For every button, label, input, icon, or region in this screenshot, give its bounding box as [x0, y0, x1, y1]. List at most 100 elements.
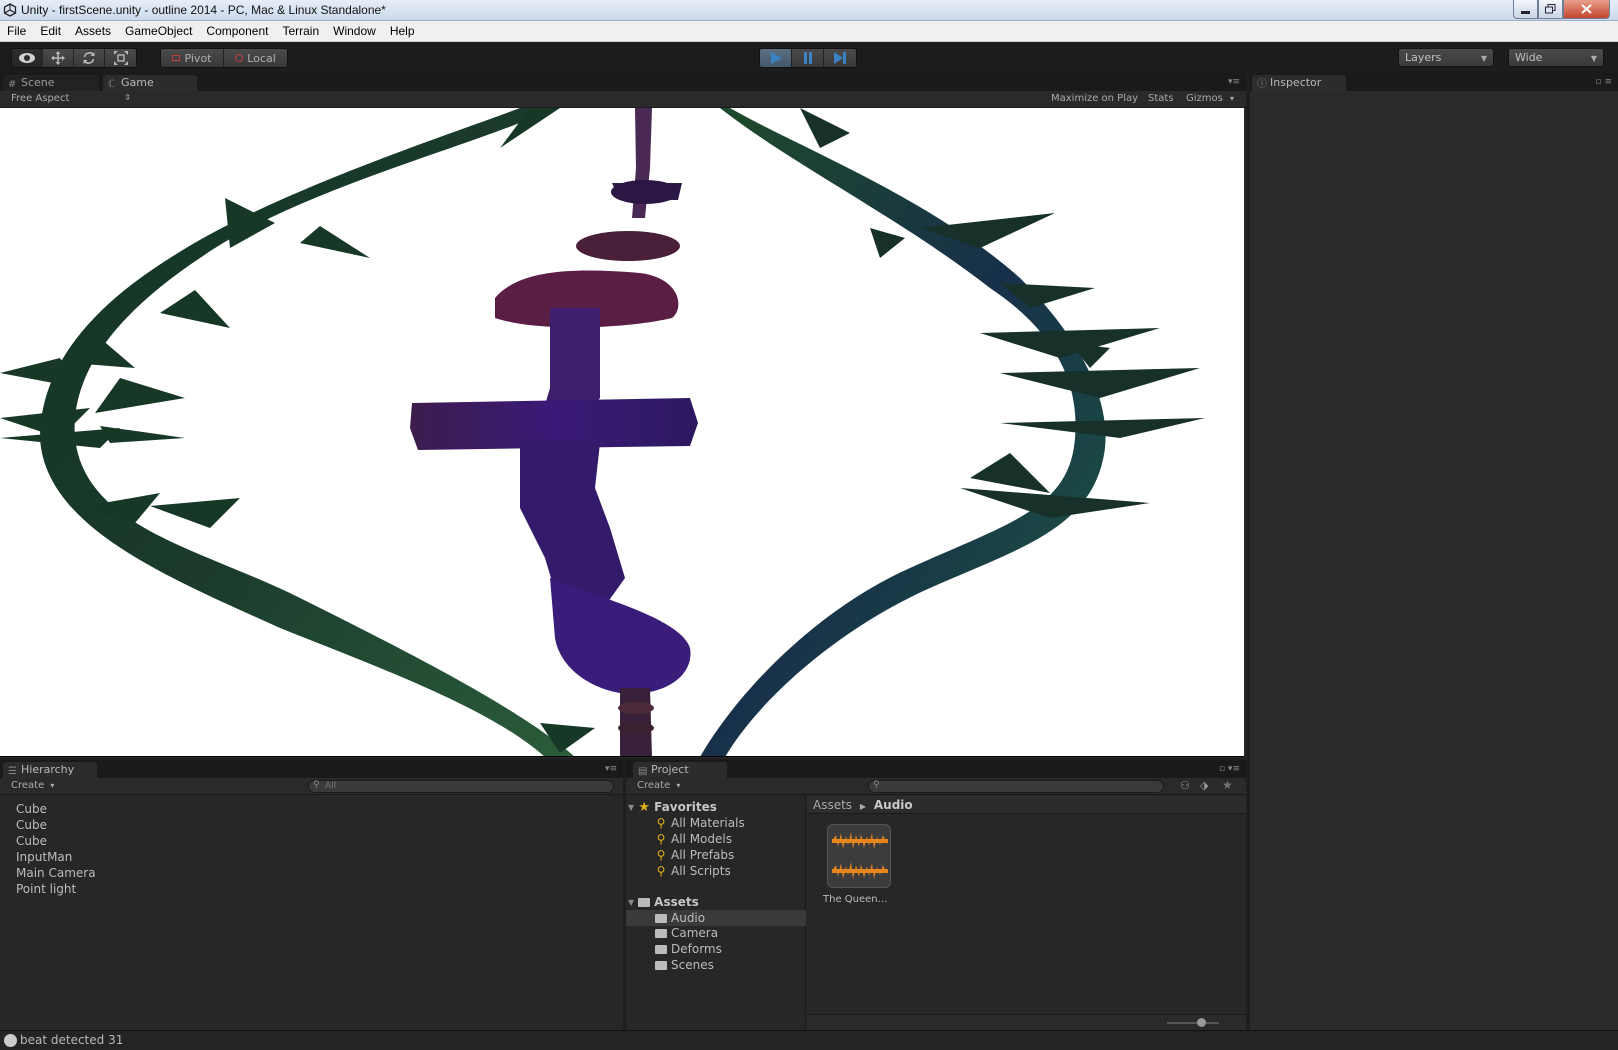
expand-arrow-icon: ▼ [628, 802, 635, 812]
panel-menu-icon[interactable]: ▾≡ [605, 764, 617, 774]
folder-scenes[interactable]: Scenes [654, 958, 714, 972]
aspect-arrow-icon: ⇕ [124, 93, 131, 102]
game-viewport[interactable] [0, 108, 1244, 757]
project-search-field[interactable]: ⚲ [868, 780, 1164, 793]
favorite-all-models[interactable]: ⚲ All Models [654, 832, 732, 846]
assets-header[interactable]: ▼ Assets [628, 895, 699, 909]
right-thorns [800, 108, 1205, 518]
aspect-dropdown[interactable]: Free Aspect ⇕ [11, 93, 131, 104]
play-button[interactable] [760, 49, 792, 67]
tab-hierarchy[interactable]: ☰ Hierarchy [3, 762, 97, 778]
status-message[interactable]: beat detected 31 [20, 1031, 123, 1050]
menu-file[interactable]: File [0, 21, 33, 42]
restore-button[interactable] [1538, 0, 1563, 19]
game-render [0, 108, 1205, 756]
local-button[interactable]: Local [224, 49, 287, 67]
scale-tool-button[interactable] [105, 49, 136, 67]
folder-icon [654, 927, 668, 939]
assets-label: Assets [654, 895, 699, 909]
gizmos-arrow-icon: ▾ [1230, 94, 1235, 103]
pause-button[interactable] [792, 49, 824, 67]
move-tool-button[interactable] [43, 49, 74, 67]
favorites-header[interactable]: ▼ ★ Favorites [628, 800, 717, 815]
step-button[interactable] [824, 49, 856, 67]
pivot-label: Pivot [184, 51, 212, 65]
panel-menu-icon[interactable]: ▾≡ [1228, 77, 1240, 87]
layers-dropdown[interactable]: Layers ▼ [1398, 48, 1494, 67]
filter-type-icon[interactable]: ⚇ [1180, 779, 1190, 792]
scene-tabstrip: # Scene ℂ Game ▾≡ [0, 73, 1246, 91]
pivot-button[interactable]: Pivot [161, 49, 224, 67]
favorite-label: All Scripts [671, 864, 731, 878]
minimize-icon [1521, 10, 1530, 14]
hierarchy-tabstrip: ☰ Hierarchy ▾≡ [0, 760, 623, 778]
create-arrow-icon: ▾ [676, 781, 681, 790]
playback-controls [759, 48, 857, 68]
tab-game-label: Game [121, 76, 154, 89]
close-button[interactable] [1563, 0, 1610, 19]
list-item[interactable]: Cube [16, 818, 47, 832]
layout-dropdown[interactable]: Wide ▼ [1508, 48, 1604, 67]
view-tool-button[interactable] [12, 49, 43, 67]
rotate-tool-button[interactable] [74, 49, 105, 67]
menu-gameobject[interactable]: GameObject [118, 21, 199, 42]
pivot-toggle-group: Pivot Local [160, 48, 288, 68]
project-lock-menu-icon[interactable]: ▫ ▾≡ [1219, 764, 1240, 774]
tab-project[interactable]: ▤ Project [633, 762, 727, 778]
asset-label: The Queen… [823, 894, 888, 905]
list-item[interactable]: Cube [16, 802, 47, 816]
tab-scene[interactable]: # Scene [3, 75, 99, 91]
inspector-lock-icon[interactable]: ▫ ≡ [1595, 77, 1612, 87]
search-icon: ⚲ [656, 816, 666, 830]
layers-label: Layers [1405, 51, 1442, 64]
scale-icon [113, 51, 128, 65]
tab-project-label: Project [651, 763, 689, 776]
tab-game[interactable]: ℂ Game [103, 75, 197, 91]
tab-inspector[interactable]: ⓘ Inspector [1252, 75, 1346, 91]
menu-window[interactable]: Window [326, 21, 383, 42]
list-item[interactable]: InputMan [16, 850, 72, 864]
folder-deforms[interactable]: Deforms [654, 942, 722, 956]
stats-toggle[interactable]: Stats [1148, 93, 1174, 104]
expand-arrow-icon: ▼ [628, 897, 635, 907]
minimize-button[interactable] [1513, 0, 1538, 19]
menu-help[interactable]: Help [383, 21, 422, 42]
favorite-all-materials[interactable]: ⚲ All Materials [654, 816, 745, 830]
hierarchy-search-field[interactable]: ⚲ All [308, 780, 614, 793]
breadcrumb-current[interactable]: Audio [874, 798, 913, 812]
menu-edit[interactable]: Edit [33, 21, 68, 42]
menu-terrain[interactable]: Terrain [275, 21, 326, 42]
game-view-toolbar: Free Aspect ⇕ Maximize on Play Stats Giz… [0, 91, 1246, 108]
gizmos-dropdown[interactable]: Gizmos ▾ [1186, 93, 1234, 104]
search-icon: ⚲ [656, 864, 666, 878]
unity-logo-icon [3, 3, 17, 17]
tab-scene-label: Scene [21, 76, 55, 89]
slider-thumb[interactable] [1197, 1018, 1206, 1027]
folder-camera[interactable]: Camera [654, 926, 718, 940]
local-icon [235, 54, 244, 62]
breadcrumb-root[interactable]: Assets [813, 798, 852, 812]
menu-component[interactable]: Component [199, 21, 275, 42]
list-item[interactable]: Cube [16, 834, 47, 848]
pivot-icon [172, 55, 181, 61]
asset-footer [807, 1014, 1246, 1030]
favorite-star-icon[interactable]: ★ [1222, 778, 1233, 792]
list-item[interactable]: Main Camera [16, 866, 96, 880]
favorite-all-prefabs[interactable]: ⚲ All Prefabs [654, 848, 735, 862]
status-bar: beat detected 31 [0, 1030, 1618, 1050]
icon-size-slider[interactable] [1167, 1018, 1219, 1027]
project-create-dropdown[interactable]: Create ▾ [637, 780, 680, 791]
folder-audio[interactable]: Audio [626, 910, 806, 926]
favorite-all-scripts[interactable]: ⚲ All Scripts [654, 864, 731, 878]
restore-icon [1545, 4, 1556, 14]
hierarchy-create-dropdown[interactable]: Create ▾ [11, 780, 54, 791]
maximize-on-play-toggle[interactable]: Maximize on Play [1051, 93, 1138, 104]
favorite-label: All Models [671, 832, 732, 846]
dropdown-arrow-icon: ▼ [1590, 54, 1597, 63]
list-item[interactable]: Point light [16, 882, 76, 896]
search-icon: ⚲ [313, 780, 320, 790]
menu-assets[interactable]: Assets [68, 21, 118, 42]
filter-label-icon[interactable]: ⬗ [1200, 779, 1208, 792]
folder-icon [654, 943, 668, 955]
asset-tile[interactable]: The Queen… [821, 824, 891, 914]
